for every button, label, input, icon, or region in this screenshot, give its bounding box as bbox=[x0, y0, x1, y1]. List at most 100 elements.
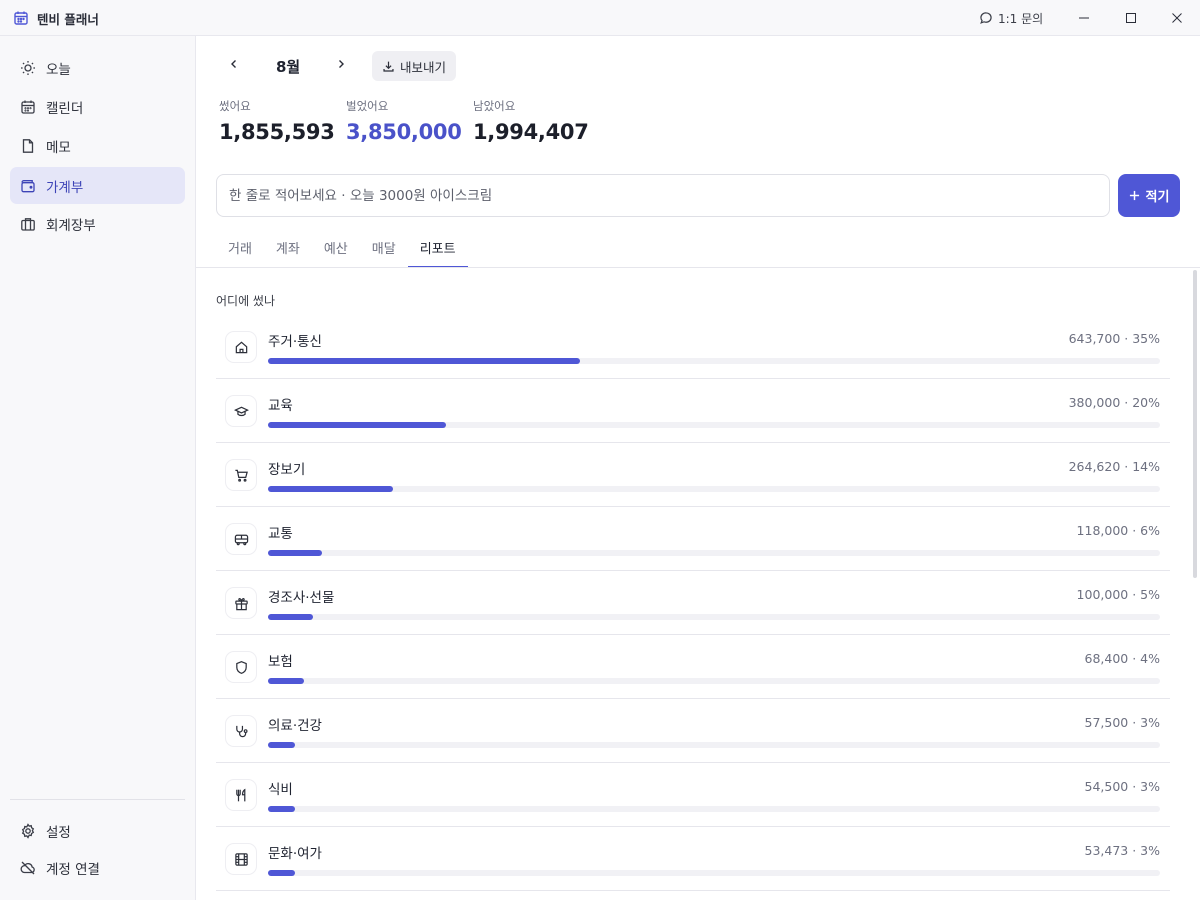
category-bar bbox=[268, 422, 1160, 428]
sidebar-item-label: 회계장부 bbox=[46, 217, 96, 234]
sidebar-item-label: 오늘 bbox=[46, 61, 71, 78]
sidebar-item-account-link[interactable]: 계정 연결 bbox=[10, 849, 185, 886]
category-row[interactable]: 교통 118,000 · 6% bbox=[216, 507, 1170, 571]
earned-value: 3,850,000 bbox=[346, 120, 462, 144]
chevron-left-icon bbox=[231, 60, 236, 68]
briefcase-icon bbox=[21, 217, 35, 231]
tab-transactions[interactable]: 거래 bbox=[216, 232, 264, 268]
tab-report[interactable]: 리포트 bbox=[407, 232, 468, 268]
spent-value: 1,855,593 bbox=[219, 120, 335, 144]
gift-icon bbox=[226, 588, 256, 618]
category-row[interactable]: 주거·통신 643,700 · 35% bbox=[216, 315, 1170, 379]
sidebar: 오늘 캘린더 메모 가계부 회계장부 설정 계정 연결 bbox=[0, 36, 196, 900]
sidebar-item-household-ledger[interactable]: 가계부 bbox=[10, 167, 185, 204]
tab-budget[interactable]: 예산 bbox=[312, 232, 360, 268]
category-name: 경조사·선물 bbox=[268, 590, 335, 606]
category-amount: 264,620 · 14% bbox=[1068, 459, 1160, 474]
calendar-icon bbox=[14, 11, 28, 25]
note-icon bbox=[22, 138, 34, 153]
inquiry-label: 1:1 문의 bbox=[998, 11, 1044, 26]
graduation-cap-icon bbox=[226, 396, 256, 426]
category-amount: 643,700 · 35% bbox=[1068, 331, 1160, 346]
category-bar bbox=[268, 358, 1160, 364]
chevron-right-icon bbox=[339, 60, 344, 68]
category-bar-fill bbox=[268, 358, 581, 364]
sidebar-item-settings[interactable]: 설정 bbox=[10, 812, 185, 849]
utensils-icon bbox=[226, 780, 256, 810]
category-bar-fill bbox=[268, 614, 313, 620]
write-button[interactable]: 적기 bbox=[1118, 174, 1180, 217]
sidebar-item-today[interactable]: 오늘 bbox=[10, 49, 185, 86]
sidebar-item-label: 가계부 bbox=[46, 179, 84, 196]
category-amount: 380,000 · 20% bbox=[1068, 395, 1160, 410]
category-row[interactable]: 보험 68,400 · 4% bbox=[216, 635, 1170, 699]
app-title: 텐비 플래너 bbox=[37, 12, 99, 27]
category-amount: 100,000 · 5% bbox=[1076, 587, 1160, 602]
sidebar-item-memo[interactable]: 메모 bbox=[10, 127, 185, 164]
sidebar-item-accounting-book[interactable]: 회계장부 bbox=[10, 205, 185, 242]
category-amount: 54,500 · 3% bbox=[1084, 779, 1161, 794]
tab-accounts[interactable]: 계좌 bbox=[264, 232, 312, 268]
tab-divider bbox=[196, 267, 1200, 268]
category-name: 교통 bbox=[268, 526, 293, 542]
close-button[interactable] bbox=[1154, 0, 1200, 36]
tab-monthly[interactable]: 매달 bbox=[360, 232, 408, 268]
sidebar-item-label: 설정 bbox=[46, 824, 71, 841]
month-label: 8월 bbox=[276, 58, 301, 76]
category-bar bbox=[268, 806, 1160, 812]
category-row[interactable]: 식비 54,500 · 3% bbox=[216, 763, 1170, 827]
sidebar-divider bbox=[10, 799, 185, 800]
category-amount: 118,000 · 6% bbox=[1076, 523, 1160, 538]
next-month-button[interactable] bbox=[329, 52, 353, 76]
sidebar-item-label: 계정 연결 bbox=[46, 861, 100, 878]
remaining-value: 1,994,407 bbox=[473, 120, 589, 144]
sun-icon bbox=[21, 60, 35, 75]
category-row[interactable]: 의료·건강 57,500 · 3% bbox=[216, 699, 1170, 763]
category-bar-fill bbox=[268, 742, 295, 748]
category-bar bbox=[268, 614, 1160, 620]
minimize-button[interactable] bbox=[1061, 0, 1107, 36]
quick-entry-input[interactable] bbox=[216, 174, 1110, 217]
category-bar-fill bbox=[268, 678, 304, 684]
category-row[interactable]: 문화·여가 53,473 · 3% bbox=[216, 827, 1170, 891]
minimize-icon bbox=[1079, 17, 1089, 19]
film-icon bbox=[226, 844, 256, 874]
category-name: 교육 bbox=[268, 398, 293, 414]
close-icon bbox=[1172, 13, 1182, 23]
earned-label: 벌었어요 bbox=[346, 99, 389, 113]
sidebar-item-label: 메모 bbox=[46, 139, 71, 156]
category-name: 식비 bbox=[268, 782, 293, 798]
gear-icon bbox=[21, 822, 35, 839]
shield-icon bbox=[226, 652, 256, 682]
category-row[interactable]: 경조사·선물 100,000 · 5% bbox=[216, 571, 1170, 635]
category-bar bbox=[268, 870, 1160, 876]
category-bar bbox=[268, 678, 1160, 684]
cart-icon bbox=[226, 460, 256, 490]
maximize-icon bbox=[1126, 13, 1136, 23]
category-name: 장보기 bbox=[268, 462, 306, 478]
category-bar-fill bbox=[268, 550, 322, 556]
category-name: 문화·여가 bbox=[268, 846, 322, 862]
category-amount: 53,473 · 3% bbox=[1084, 843, 1161, 858]
category-name: 의료·건강 bbox=[268, 718, 322, 734]
chat-icon bbox=[980, 12, 992, 24]
category-list: 주거·통신 643,700 · 35% 교육 380,000 · 20% 장보기… bbox=[216, 315, 1170, 891]
category-amount: 57,500 · 3% bbox=[1084, 715, 1161, 730]
export-label: 내보내기 bbox=[399, 59, 446, 75]
sidebar-item-calendar[interactable]: 캘린더 bbox=[10, 88, 185, 125]
main-content: 8월 내보내기 썼어요 1,855,593 벌었어요 3,850,000 남았어… bbox=[196, 36, 1200, 900]
inquiry-button[interactable]: 1:1 문의 bbox=[979, 8, 1043, 28]
category-row[interactable]: 장보기 264,620 · 14% bbox=[216, 443, 1170, 507]
category-amount: 68,400 · 4% bbox=[1084, 651, 1161, 666]
previous-month-button[interactable] bbox=[222, 52, 246, 76]
category-bar-fill bbox=[268, 806, 295, 812]
export-button[interactable]: 내보내기 bbox=[372, 51, 456, 81]
cloud-off-icon bbox=[20, 861, 35, 874]
calendar-icon bbox=[21, 100, 35, 114]
scrollbar[interactable] bbox=[1193, 270, 1197, 578]
category-row[interactable]: 교육 380,000 · 20% bbox=[216, 379, 1170, 443]
category-bar bbox=[268, 742, 1160, 748]
maximize-button[interactable] bbox=[1108, 0, 1154, 36]
write-button-label: 적기 bbox=[1145, 190, 1170, 205]
sidebar-item-label: 캘린더 bbox=[46, 100, 84, 117]
